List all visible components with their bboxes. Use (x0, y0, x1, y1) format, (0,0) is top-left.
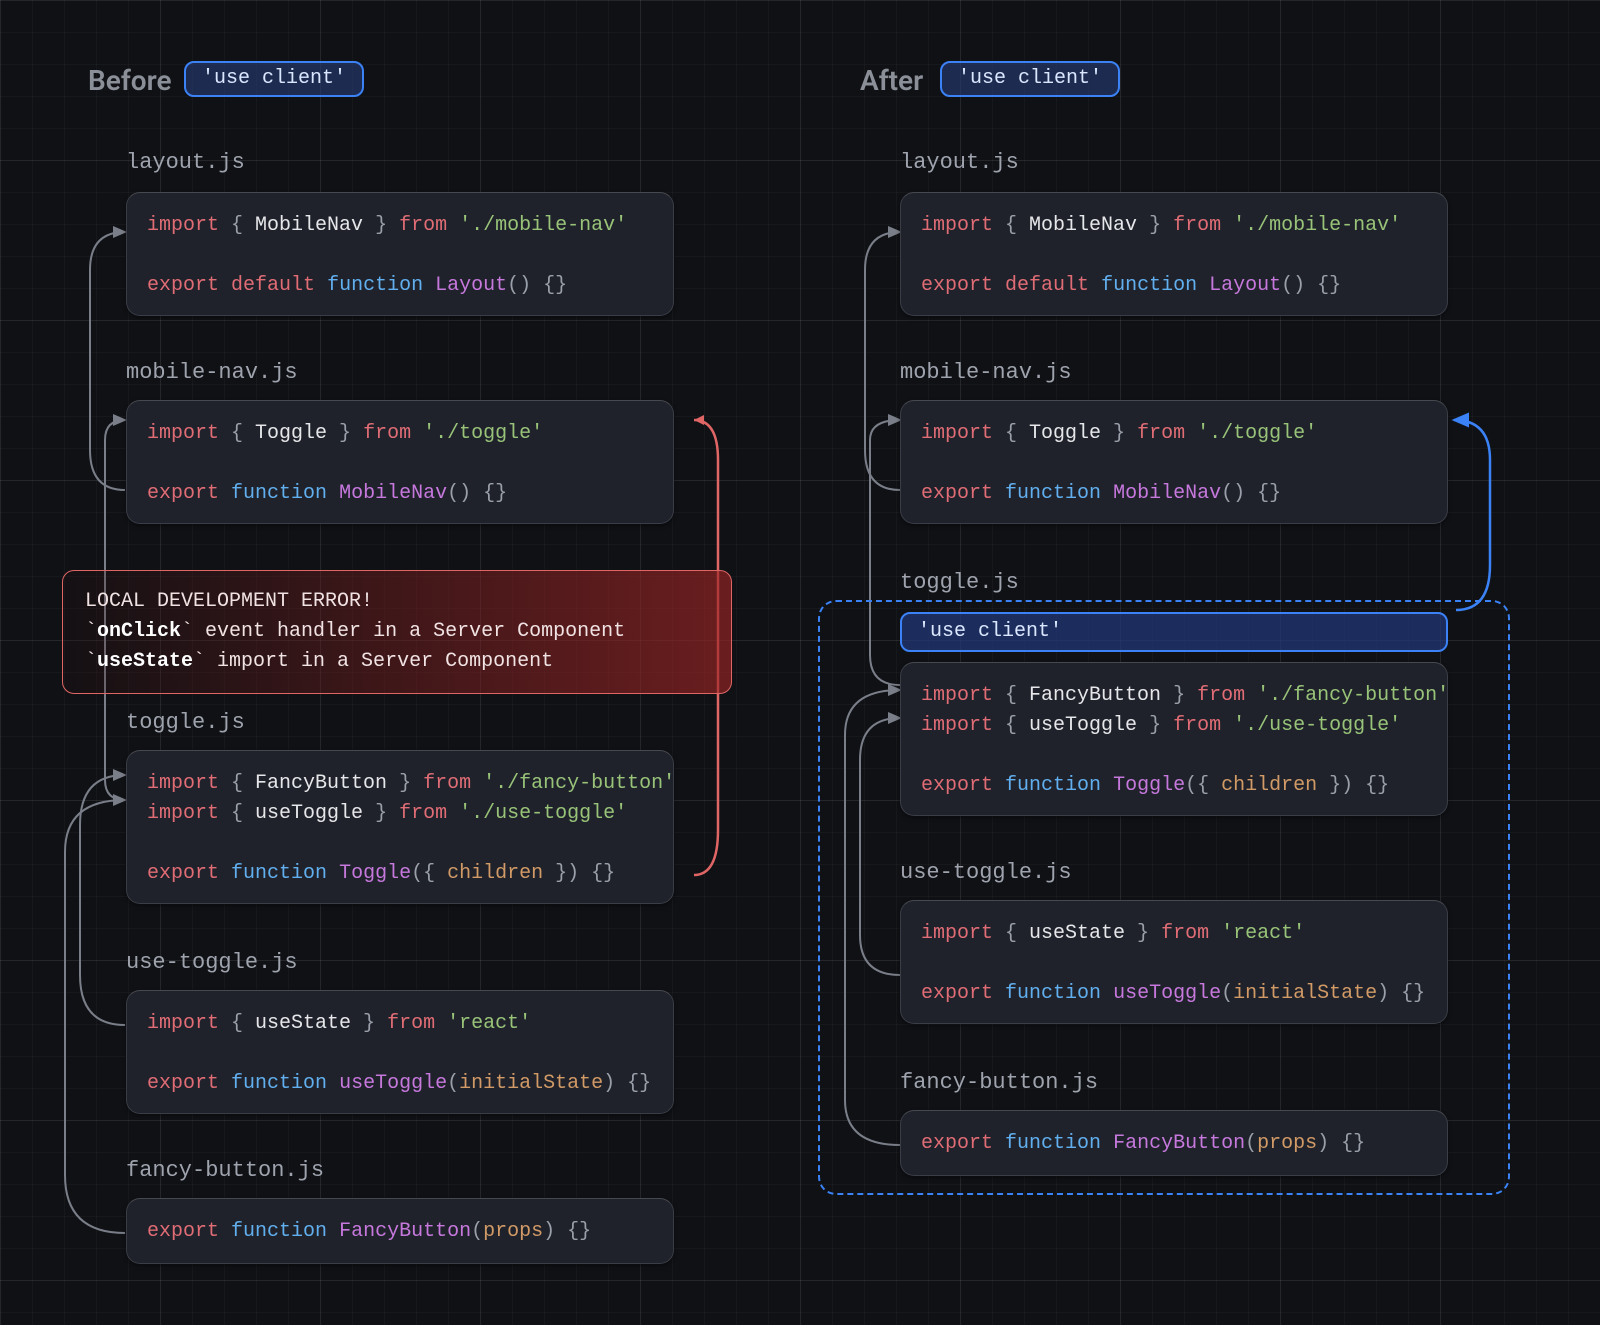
error-line-usestate: `useState` import in a Server Component (85, 647, 709, 677)
diagram-stage: Before 'use client' After 'use client' l… (0, 0, 1600, 1325)
error-panel: LOCAL DEVELOPMENT ERROR! `onClick` event… (62, 570, 732, 694)
after-layout-filename: layout.js (900, 150, 1019, 175)
after-heading: After (860, 64, 923, 97)
after-mobilenav-card: import { Toggle } from './toggle' export… (900, 400, 1448, 524)
after-fancybutton-card: export function FancyButton(props) {} (900, 1110, 1448, 1176)
before-fancybutton-card: export function FancyButton(props) {} (126, 1198, 674, 1264)
after-fancybutton-filename: fancy-button.js (900, 1070, 1098, 1095)
after-toggle-filename: toggle.js (900, 570, 1019, 595)
before-toggle-card: import { FancyButton } from './fancy-but… (126, 750, 674, 904)
before-fancybutton-filename: fancy-button.js (126, 1158, 324, 1183)
before-toggle-filename: toggle.js (126, 710, 245, 735)
after-layout-card: import { MobileNav } from './mobile-nav'… (900, 192, 1448, 316)
error-line-onclick: `onClick` event handler in a Server Comp… (85, 617, 709, 647)
use-client-directive: 'use client' (900, 612, 1448, 652)
after-mobilenav-filename: mobile-nav.js (900, 360, 1072, 385)
before-mobilenav-filename: mobile-nav.js (126, 360, 298, 385)
before-use-client-badge: 'use client' (184, 61, 364, 97)
before-mobilenav-card: import { Toggle } from './toggle' export… (126, 400, 674, 524)
after-toggle-card: import { FancyButton } from './fancy-but… (900, 662, 1448, 816)
before-usetoggle-card: import { useState } from 'react' export … (126, 990, 674, 1114)
before-layout-filename: layout.js (126, 150, 245, 175)
before-layout-card: import { MobileNav } from './mobile-nav'… (126, 192, 674, 316)
after-use-client-badge: 'use client' (940, 61, 1120, 97)
error-title: LOCAL DEVELOPMENT ERROR! (85, 587, 709, 617)
after-usetoggle-card: import { useState } from 'react' export … (900, 900, 1448, 1024)
before-usetoggle-filename: use-toggle.js (126, 950, 298, 975)
before-heading: Before (88, 64, 172, 97)
after-usetoggle-filename: use-toggle.js (900, 860, 1072, 885)
